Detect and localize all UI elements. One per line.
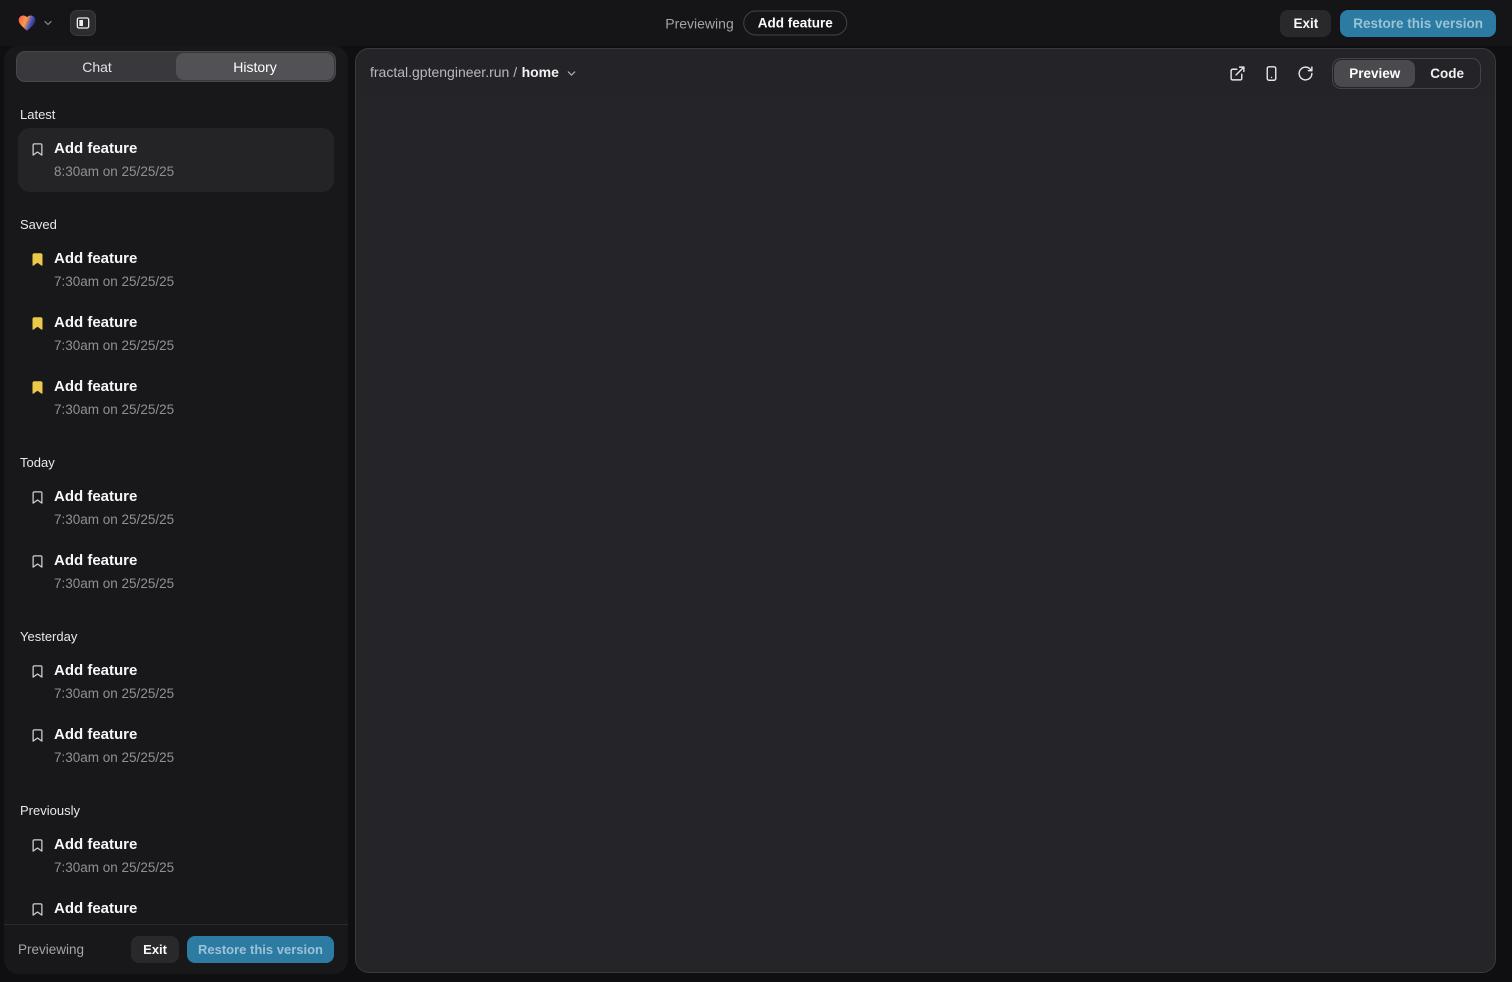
history-item-timestamp: 7:30am on 25/25/25 (54, 684, 174, 704)
history-item-timestamp: 7:30am on 25/25/25 (54, 858, 174, 878)
history-item-timestamp: 7:30am on 25/25/25 (54, 510, 174, 530)
history-item-text: Add feature7:30am on 25/25/25 (54, 312, 174, 356)
history-item-title: Add feature (54, 898, 174, 920)
history-item-title: Add feature (54, 486, 174, 508)
history-item-text: Add feature7:30am on 25/25/25 (54, 898, 174, 924)
bookmark-filled-icon (30, 252, 45, 267)
refresh-button[interactable] (1290, 58, 1320, 88)
app-logo-menu[interactable] (16, 13, 54, 33)
history-list[interactable]: LatestAdd feature8:30am on 25/25/25Saved… (4, 82, 348, 924)
refresh-icon (1297, 65, 1314, 82)
history-item[interactable]: Add feature7:30am on 25/25/25 (18, 302, 334, 366)
bookmark-filled-icon (30, 380, 45, 395)
history-item-text: Add feature7:30am on 25/25/25 (54, 834, 174, 878)
history-item-text: Add feature7:30am on 25/25/25 (54, 660, 174, 704)
history-item[interactable]: Add feature7:30am on 25/25/25 (18, 650, 334, 714)
history-item-title: Add feature (54, 376, 174, 398)
exit-button[interactable]: Exit (1280, 10, 1331, 37)
external-link-icon (1229, 65, 1246, 82)
preview-toolbar: fractal.gptengineer.run / home PreviewCo… (356, 49, 1495, 97)
history-item-title: Add feature (54, 550, 174, 572)
history-item-text: Add feature8:30am on 25/25/25 (54, 138, 174, 182)
history-sidebar: ChatHistory LatestAdd feature8:30am on 2… (4, 46, 348, 974)
section-title-today: Today (20, 455, 334, 470)
view-tab-preview[interactable]: Preview (1334, 60, 1415, 87)
chat-history-tabbar: ChatHistory (16, 51, 336, 82)
history-item-text: Add feature7:30am on 25/25/25 (54, 486, 174, 530)
bookmark-outline-icon (30, 728, 45, 743)
header-right: Exit Restore this version (1280, 10, 1496, 37)
restore-version-button[interactable]: Restore this version (1340, 10, 1496, 37)
history-item-title: Add feature (54, 834, 174, 856)
smartphone-icon (1263, 65, 1280, 82)
footer-previewing-label: Previewing (18, 942, 84, 957)
bookmark-outline-icon (30, 142, 45, 157)
url-domain: fractal.gptengineer.run / (370, 64, 517, 80)
tab-chat[interactable]: Chat (18, 53, 176, 80)
history-item-timestamp: 7:30am on 25/25/25 (54, 336, 174, 356)
header-left (16, 10, 96, 36)
bookmark-outline-icon (30, 554, 45, 569)
view-tab-code[interactable]: Code (1415, 60, 1479, 87)
header-center: Previewing Add feature (665, 11, 847, 36)
previewing-label: Previewing (665, 15, 733, 31)
history-item-timestamp: 8:30am on 25/25/25 (54, 162, 174, 182)
section-title-latest: Latest (20, 107, 334, 122)
external-link-button[interactable] (1222, 58, 1252, 88)
footer-restore-version-button[interactable]: Restore this version (187, 936, 334, 963)
footer-exit-button[interactable]: Exit (131, 936, 179, 963)
section-title-yesterday: Yesterday (20, 629, 334, 644)
url-page: home (522, 64, 559, 80)
section-title-saved: Saved (20, 217, 334, 232)
preview-viewport[interactable] (356, 97, 1495, 972)
section-title-previously: Previously (20, 803, 334, 818)
history-item[interactable]: Add feature7:30am on 25/25/25 (18, 366, 334, 430)
history-item-text: Add feature7:30am on 25/25/25 (54, 376, 174, 420)
top-header: Previewing Add feature Exit Restore this… (0, 0, 1512, 46)
history-item-text: Add feature7:30am on 25/25/25 (54, 550, 174, 594)
history-item-timestamp: 7:30am on 25/25/25 (54, 400, 174, 420)
history-item[interactable]: Add feature7:30am on 25/25/25 (18, 238, 334, 302)
history-item-title: Add feature (54, 724, 174, 746)
preview-tool-icons (1222, 58, 1320, 88)
history-item-title: Add feature (54, 660, 174, 682)
history-item-text: Add feature7:30am on 25/25/25 (54, 724, 174, 768)
bookmark-filled-icon (30, 316, 45, 331)
history-item-text: Add feature7:30am on 25/25/25 (54, 248, 174, 292)
history-item-timestamp: 7:30am on 25/25/25 (54, 574, 174, 594)
chevron-down-icon (42, 17, 54, 29)
history-item[interactable]: Add feature7:30am on 25/25/25 (18, 476, 334, 540)
history-item[interactable]: Add feature7:30am on 25/25/25 (18, 714, 334, 778)
sidebar-toggle-button[interactable] (70, 10, 96, 36)
smartphone-button[interactable] (1256, 58, 1286, 88)
lovable-heart-icon (16, 13, 38, 33)
preview-panel: fractal.gptengineer.run / home PreviewCo… (355, 48, 1496, 973)
tab-history[interactable]: History (176, 53, 334, 80)
history-item[interactable]: Add feature7:30am on 25/25/25 (18, 824, 334, 888)
bookmark-outline-icon (30, 664, 45, 679)
bookmark-outline-icon (30, 490, 45, 505)
history-item[interactable]: Add feature7:30am on 25/25/25 (18, 888, 334, 924)
sidebar-panel-icon (75, 15, 91, 31)
history-item-timestamp: 7:30am on 25/25/25 (54, 748, 174, 768)
history-item[interactable]: Add feature8:30am on 25/25/25 (18, 128, 334, 192)
version-badge[interactable]: Add feature (744, 11, 847, 36)
preview-code-toggle: PreviewCode (1332, 58, 1481, 89)
url-selector[interactable]: fractal.gptengineer.run / home (370, 64, 578, 82)
sidebar-footer: Previewing Exit Restore this version (4, 924, 348, 974)
history-item-timestamp: 7:30am on 25/25/25 (54, 272, 174, 292)
bookmark-outline-icon (30, 902, 45, 917)
history-item-title: Add feature (54, 248, 174, 270)
history-item-title: Add feature (54, 312, 174, 334)
history-item[interactable]: Add feature7:30am on 25/25/25 (18, 540, 334, 604)
history-item-title: Add feature (54, 138, 174, 160)
bookmark-outline-icon (30, 838, 45, 853)
chevron-down-icon (565, 67, 578, 80)
